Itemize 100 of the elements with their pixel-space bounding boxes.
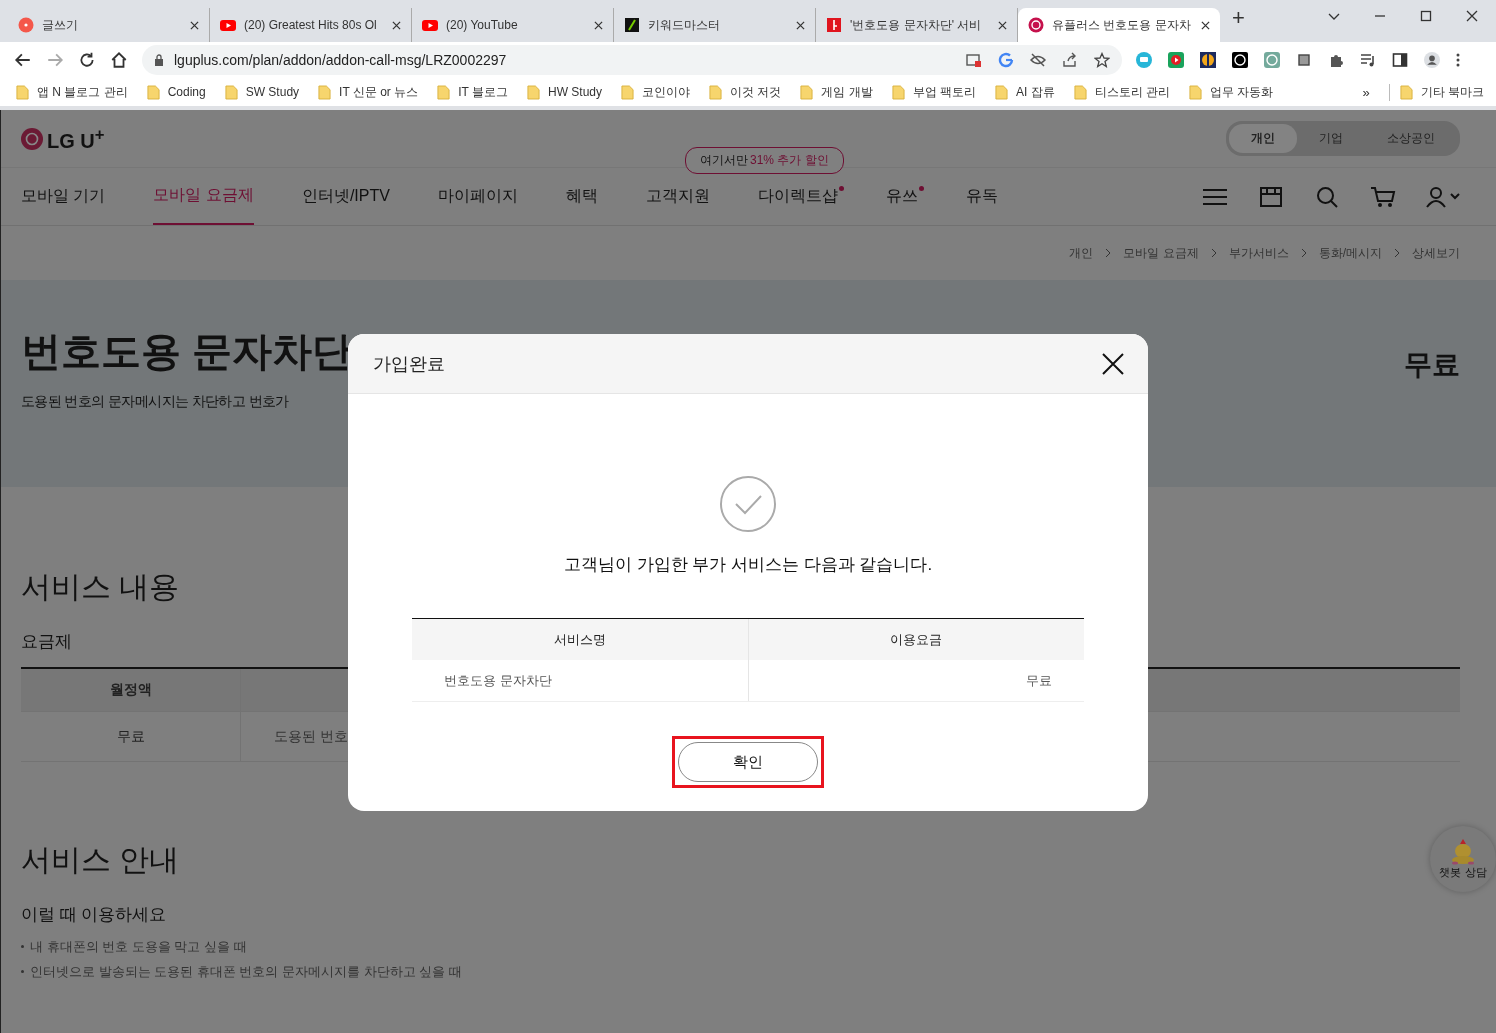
folder-icon: [709, 84, 722, 100]
chatbot-button[interactable]: 챗봇 상담: [1430, 826, 1496, 892]
chevron-right-icon: [1210, 248, 1217, 258]
section-subheading: 요금제: [21, 631, 72, 653]
folder-icon: [318, 84, 332, 100]
play-icon[interactable]: [1168, 52, 1184, 68]
maximize-icon[interactable]: [1420, 10, 1432, 22]
home-icon[interactable]: [110, 51, 128, 69]
close-icon[interactable]: [1466, 10, 1478, 22]
list-item: 내 휴대폰의 번호 도용을 막고 싶을 때: [30, 937, 247, 956]
eye-off-icon[interactable]: [1030, 52, 1046, 68]
logo-text[interactable]: LG U$^{+}$: [47, 124, 105, 153]
price-text: 무료: [1404, 348, 1460, 382]
bookmark-link[interactable]: 이것 저것: [730, 83, 782, 101]
nav-link[interactable]: 혜택: [565, 168, 598, 225]
bookmark-link[interactable]: 부업 팩토리: [912, 83, 976, 101]
site-icon: [422, 17, 438, 33]
chevron-right-icon: [1394, 248, 1400, 258]
bullet-icon: [21, 945, 24, 948]
close-icon[interactable]: [190, 20, 199, 30]
nav-link[interactable]: 모바일 기기: [21, 168, 106, 225]
nav-link[interactable]: 유독: [965, 168, 998, 225]
bookmark-link[interactable]: 게임 개발: [821, 83, 873, 101]
nav-link[interactable]: 인터넷/IPTV: [301, 168, 390, 225]
close-icon[interactable]: [1101, 351, 1125, 376]
bookmark-link[interactable]: Coding: [167, 85, 206, 99]
column-header: 이용요금: [889, 630, 944, 649]
section-heading: 서비스 안내: [21, 842, 180, 878]
back-icon[interactable]: [14, 51, 32, 69]
site-icon: [18, 17, 34, 33]
cart-icon[interactable]: [1370, 185, 1396, 208]
address-bar[interactable]: lguplus.com/plan/addon/addon-call-msg/LRZ0002297: [142, 45, 1122, 75]
new-tab-button[interactable]: +: [1220, 5, 1257, 37]
folder-icon: [800, 84, 814, 100]
bookmark-link[interactable]: 업무 자동화: [1210, 83, 1274, 101]
nav-link[interactable]: 유쓰: [885, 168, 918, 225]
close-icon[interactable]: [594, 20, 603, 30]
confirm-button[interactable]: 확인: [678, 742, 818, 782]
folder-icon: [995, 84, 1008, 100]
store-icon[interactable]: [1258, 185, 1284, 208]
close-icon[interactable]: [1201, 20, 1210, 30]
folder-icon: [621, 84, 634, 100]
bookmark-link[interactable]: SW Study: [245, 85, 300, 99]
chevron-right-icon: [1300, 248, 1307, 258]
reload-icon[interactable]: [78, 51, 96, 69]
close-icon[interactable]: [796, 20, 805, 30]
section-subheading: 이럴 때 이용하세요: [21, 904, 167, 926]
site-icon: [826, 17, 842, 33]
share-icon[interactable]: [1062, 52, 1078, 68]
column-header: 서비스명: [412, 619, 749, 660]
bookmark-link[interactable]: 코인이야: [642, 83, 690, 101]
folder-icon: [146, 84, 160, 100]
bookmark-link[interactable]: IT 블로그: [458, 83, 508, 101]
side-panel-icon[interactable]: [1392, 52, 1408, 68]
folder-icon: [1189, 84, 1203, 100]
close-icon[interactable]: [392, 20, 401, 30]
list-item: 인터넷으로 발송되는 도용된 휴대폰 번호의 문자메시지를 차단하고 싶을 때: [30, 962, 462, 981]
more-bookmarks-button[interactable]: »: [1362, 84, 1370, 100]
promo-tooltip[interactable]: 여기서만 31% 추가 할인: [685, 147, 844, 174]
dialog-title: 가입완료: [373, 352, 445, 376]
site-icon: [220, 17, 236, 33]
window-icon[interactable]: [966, 52, 982, 68]
column-header: 월정액: [21, 669, 241, 711]
site-icon: [1028, 17, 1044, 33]
folder-icon: [224, 84, 238, 100]
tab-title: (20) YouTube: [446, 18, 519, 32]
chevron-right-icon: [1105, 248, 1112, 258]
page-description: 도용된 번호의 문자메시지는 차단하고 번호가: [21, 393, 290, 411]
lock-icon: [154, 54, 164, 66]
star-icon[interactable]: [1094, 52, 1110, 68]
segment-tab[interactable]: 개인: [1229, 124, 1297, 153]
playlist-icon[interactable]: [1360, 52, 1376, 68]
table-cell: 무료: [21, 712, 241, 761]
folder-icon: [526, 84, 540, 100]
bookmark-link[interactable]: AI 잡류: [1016, 83, 1055, 101]
check-circle-icon: [719, 475, 777, 533]
folder-icon: [1073, 84, 1087, 100]
bookmark-link[interactable]: 티스토리 관리: [1094, 83, 1171, 101]
tab-title: (20) Greatest Hits 80s Ol: [244, 18, 378, 32]
tab-title: 글쓰기: [42, 16, 79, 34]
g-icon[interactable]: [998, 52, 1014, 68]
puzzle-icon[interactable]: [1328, 52, 1344, 68]
dialog-message: 고객님이 가입한 부가 서비스는 다음과 같습니다.: [563, 554, 933, 576]
search-icon[interactable]: [1314, 185, 1340, 208]
bookmark-link[interactable]: 기타 북마크: [1420, 83, 1484, 101]
folder-icon: [437, 84, 451, 100]
bookmark-link[interactable]: 앱 N 블로그 관리: [37, 83, 128, 101]
page-title: 번호도용 문자차단: [21, 328, 353, 375]
folder-icon: [891, 84, 905, 100]
avatar-icon[interactable]: [1424, 52, 1440, 68]
browser-tab[interactable]: 유플러스 번호도용 문자차: [1018, 8, 1220, 42]
close-icon[interactable]: [998, 20, 1007, 30]
user-menu-icon[interactable]: [1426, 185, 1460, 208]
nav-link[interactable]: 마이페이지: [437, 168, 518, 225]
folder-icon: [16, 84, 29, 100]
menu-icon[interactable]: [1456, 52, 1460, 68]
bookmark-link[interactable]: HW Study: [547, 85, 602, 99]
section-heading: 서비스 내용: [21, 569, 180, 605]
folder-icon: [1399, 84, 1413, 100]
bookmark-link[interactable]: IT 신문 or 뉴스: [339, 83, 419, 101]
